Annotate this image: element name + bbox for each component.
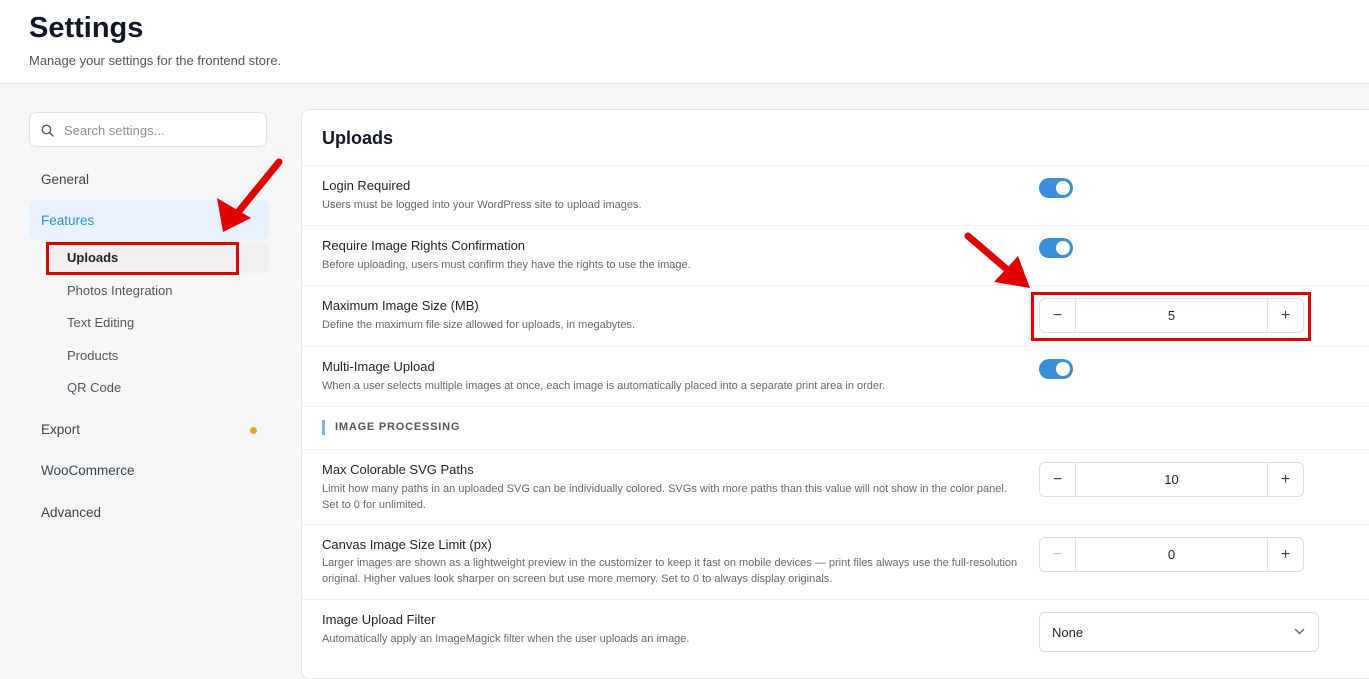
setting-desc-login-required: Users must be logged into your WordPress… — [322, 199, 642, 211]
search-input[interactable] — [62, 113, 266, 148]
sidebar-item-woocommerce[interactable]: WooCommerce — [41, 463, 135, 478]
page-header: Settings Manage your settings for the fr… — [0, 0, 1369, 84]
highlight-box-uploads — [46, 242, 239, 275]
increment-button[interactable]: + — [1267, 463, 1303, 496]
settings-panel — [301, 109, 1369, 679]
setting-desc-canvas-limit: Larger images are shown as a lightweight… — [322, 557, 1018, 585]
page-subtitle: Manage your settings for the frontend st… — [29, 53, 282, 68]
upload-filter-value: None — [1052, 625, 1084, 640]
divider — [302, 225, 1369, 226]
setting-title-canvas-limit: Canvas Image Size Limit (px) — [322, 537, 492, 552]
decrement-button[interactable]: − — [1040, 463, 1076, 496]
setting-desc-max-image-size: Define the maximum file size allowed for… — [322, 319, 636, 331]
svg-paths-value[interactable]: 10 — [1076, 463, 1267, 496]
page-title: Settings — [29, 12, 144, 44]
search-icon — [41, 124, 54, 137]
setting-title-max-image-size: Maximum Image Size (MB) — [322, 298, 479, 313]
highlight-box-max-size — [1031, 292, 1311, 341]
increment-button[interactable]: + — [1267, 538, 1303, 571]
export-status-dot — [250, 427, 257, 434]
search-box[interactable] — [29, 112, 267, 148]
sidebar-subitem-photos-integration[interactable]: Photos Integration — [67, 283, 173, 298]
setting-desc-svg-paths: Limit how many paths in an uploaded SVG … — [322, 483, 1007, 511]
setting-title-multi-image: Multi-Image Upload — [322, 359, 435, 374]
divider — [302, 599, 1369, 600]
divider — [302, 285, 1369, 286]
divider — [302, 449, 1369, 450]
setting-title-login-required: Login Required — [322, 178, 411, 193]
setting-title-upload-filter: Image Upload Filter — [322, 612, 436, 627]
image-rights-toggle[interactable] — [1039, 238, 1073, 258]
canvas-limit-value[interactable]: 0 — [1076, 538, 1267, 571]
upload-filter-select[interactable]: None — [1039, 612, 1319, 652]
sidebar-item-features[interactable]: Features — [41, 213, 94, 228]
setting-title-svg-paths: Max Colorable SVG Paths — [322, 462, 474, 477]
setting-desc-image-rights: Before uploading, users must confirm the… — [322, 259, 691, 271]
chevron-down-icon — [1294, 628, 1305, 635]
divider — [302, 406, 1369, 407]
panel-title: Uploads — [322, 128, 394, 148]
setting-desc-multi-image: When a user selects multiple images at o… — [322, 380, 886, 392]
divider — [302, 346, 1369, 347]
setting-title-image-rights: Require Image Rights Confirmation — [322, 238, 526, 253]
divider — [302, 165, 1369, 166]
multi-image-toggle[interactable] — [1039, 359, 1073, 379]
sidebar-item-general[interactable]: General — [41, 172, 89, 187]
annotation-arrow-icon — [964, 232, 1030, 288]
login-required-toggle[interactable] — [1039, 178, 1073, 198]
sidebar-item-export[interactable]: Export — [41, 422, 80, 437]
divider — [302, 524, 1369, 525]
sidebar-subitem-products[interactable]: Products — [67, 348, 118, 363]
annotation-arrow-icon — [217, 158, 283, 232]
section-label-image-processing: IMAGE PROCESSING — [322, 420, 460, 435]
decrement-button[interactable]: − — [1040, 538, 1076, 571]
sidebar-subitem-text-editing[interactable]: Text Editing — [67, 315, 134, 330]
sidebar-subitem-qr-code[interactable]: QR Code — [67, 380, 121, 395]
svg-paths-stepper[interactable]: − 10 + — [1039, 462, 1304, 497]
canvas-limit-stepper[interactable]: − 0 + — [1039, 537, 1304, 572]
setting-desc-upload-filter: Automatically apply an ImageMagick filte… — [322, 633, 690, 645]
sidebar-item-advanced[interactable]: Advanced — [41, 505, 101, 520]
